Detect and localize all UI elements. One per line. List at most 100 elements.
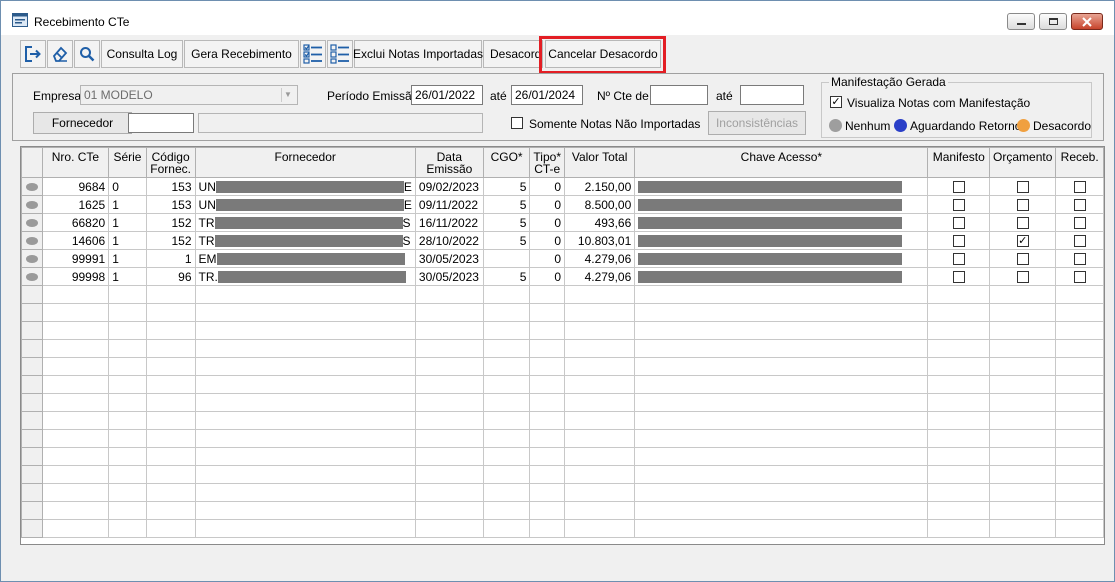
inconsistencias-button[interactable]: Inconsistências bbox=[708, 111, 806, 135]
periodo-de-input[interactable]: 26/01/2022 bbox=[411, 85, 483, 105]
empty-cell bbox=[414, 357, 484, 376]
table-row[interactable]: 99991 1 1 EM 30/05/2023 0 4.279,06 bbox=[21, 249, 1104, 268]
empty-cell bbox=[989, 303, 1057, 322]
manifesto-checkbox[interactable] bbox=[952, 199, 965, 212]
cell-receb[interactable] bbox=[1055, 177, 1104, 196]
cell-orcamento[interactable] bbox=[989, 213, 1057, 232]
column-header[interactable]: Receb. bbox=[1055, 147, 1104, 178]
cell-manifesto[interactable] bbox=[927, 267, 991, 286]
receb-checkbox[interactable] bbox=[1073, 199, 1086, 212]
nro-cte-de-input[interactable] bbox=[650, 85, 708, 105]
empty-cell bbox=[482, 339, 531, 358]
exit-button[interactable] bbox=[20, 40, 46, 68]
table-row[interactable]: 66820 1 152 TR S 16/11/2022 5 0 493,66 bbox=[21, 213, 1104, 232]
table-row[interactable]: 9684 0 153 UN E 09/02/2023 5 0 2.150,00 bbox=[21, 177, 1104, 196]
column-header[interactable]: Data Emissão bbox=[414, 147, 484, 178]
nro-cte-ate-input[interactable] bbox=[740, 85, 804, 105]
periodo-ate-input[interactable]: 26/01/2024 bbox=[511, 85, 583, 105]
cell-orcamento[interactable] bbox=[989, 267, 1057, 286]
column-header[interactable]: Valor Total bbox=[563, 147, 636, 178]
empty-cell bbox=[927, 447, 991, 466]
clear-button[interactable] bbox=[47, 40, 73, 68]
column-header[interactable]: Orçamento bbox=[989, 147, 1057, 178]
column-header[interactable]: Nro. CTe bbox=[41, 147, 110, 178]
column-header[interactable]: Chave Acesso* bbox=[634, 147, 929, 178]
cell-orcamento[interactable] bbox=[989, 249, 1057, 268]
fornecedor-code-input[interactable] bbox=[128, 113, 194, 133]
empty-row bbox=[21, 411, 1104, 430]
empty-cell bbox=[482, 447, 531, 466]
table-row[interactable]: 1625 1 153 UN E 09/11/2022 5 0 8.500,00 bbox=[21, 195, 1104, 214]
cell-nro-cte: 1625 bbox=[41, 195, 110, 214]
manifesto-checkbox[interactable] bbox=[952, 217, 965, 230]
column-header[interactable]: Manifesto bbox=[927, 147, 991, 178]
desacordo-button[interactable]: Desacordo bbox=[483, 40, 543, 68]
search-icon bbox=[80, 47, 95, 62]
cell-nro-cte: 9684 bbox=[41, 177, 110, 196]
maximize-button[interactable] bbox=[1039, 13, 1067, 30]
empty-cell bbox=[927, 357, 991, 376]
consulta-log-button[interactable]: Consulta Log bbox=[101, 40, 183, 68]
cell-receb[interactable] bbox=[1055, 231, 1104, 250]
manifesto-checkbox[interactable] bbox=[952, 235, 965, 248]
fornecedor-button[interactable]: Fornecedor bbox=[33, 112, 132, 134]
receb-checkbox[interactable] bbox=[1073, 253, 1086, 266]
cell-orcamento[interactable] bbox=[989, 177, 1057, 196]
cell-receb[interactable] bbox=[1055, 195, 1104, 214]
column-header[interactable]: Tipo* CT-e bbox=[529, 147, 565, 178]
receb-checkbox[interactable] bbox=[1073, 235, 1086, 248]
cell-manifesto[interactable] bbox=[927, 249, 991, 268]
cell-manifesto[interactable] bbox=[927, 177, 991, 196]
cell-manifesto[interactable] bbox=[927, 195, 991, 214]
orcamento-checkbox[interactable] bbox=[1016, 253, 1029, 266]
manifesto-checkbox[interactable] bbox=[952, 253, 965, 266]
empty-cell bbox=[41, 411, 110, 430]
cell-orcamento[interactable] bbox=[989, 195, 1057, 214]
manifesto-checkbox[interactable] bbox=[952, 271, 965, 284]
column-header[interactable]: CGO* bbox=[482, 147, 531, 178]
orcamento-checkbox[interactable] bbox=[1016, 181, 1029, 194]
legend-dot-desacordo bbox=[1017, 119, 1030, 132]
gera-recebimento-button[interactable]: Gera Recebimento bbox=[184, 40, 299, 68]
empty-cell bbox=[145, 285, 196, 304]
receb-checkbox[interactable] bbox=[1073, 181, 1086, 194]
cell-manifesto[interactable] bbox=[927, 213, 991, 232]
manifesto-checkbox[interactable] bbox=[952, 181, 965, 194]
cell-manifesto[interactable] bbox=[927, 231, 991, 250]
table-row[interactable]: 99998 1 96 TR. 30/05/2023 5 0 4.279,06 bbox=[21, 267, 1104, 286]
exclui-notas-button[interactable]: Exclui Notas Importadas bbox=[353, 40, 483, 68]
search-button[interactable] bbox=[74, 40, 100, 68]
receb-checkbox[interactable] bbox=[1073, 217, 1086, 230]
close-button[interactable] bbox=[1071, 13, 1103, 30]
empty-cell bbox=[21, 285, 43, 304]
cell-receb[interactable] bbox=[1055, 267, 1104, 286]
empty-cell bbox=[634, 447, 929, 466]
minimize-button[interactable] bbox=[1007, 13, 1035, 30]
visualiza-checkbox[interactable]: ✓ bbox=[830, 96, 842, 108]
orcamento-checkbox[interactable] bbox=[1016, 271, 1029, 284]
highlight-box bbox=[539, 36, 666, 74]
empresa-select[interactable]: 01 MODELO ▼ bbox=[80, 85, 298, 105]
receb-checkbox[interactable] bbox=[1073, 271, 1086, 284]
somente-checkbox[interactable] bbox=[511, 117, 523, 129]
empty-cell bbox=[41, 285, 110, 304]
table-row[interactable]: 14606 1 152 TR S 28/10/2022 5 0 10.803,01 ✓ bbox=[21, 231, 1104, 250]
cell-receb[interactable] bbox=[1055, 213, 1104, 232]
empty-cell bbox=[414, 519, 484, 538]
column-header[interactable]: Série bbox=[108, 147, 147, 178]
column-header[interactable]: Código Fornec. bbox=[145, 147, 196, 178]
deselect-all-button[interactable] bbox=[327, 40, 353, 68]
orcamento-checkbox[interactable] bbox=[1016, 217, 1029, 230]
cell-orcamento[interactable]: ✓ bbox=[989, 231, 1057, 250]
empty-cell bbox=[529, 339, 565, 358]
orcamento-checkbox[interactable]: ✓ bbox=[1016, 235, 1029, 248]
orcamento-checkbox[interactable] bbox=[1016, 199, 1029, 212]
cell-valor: 10.803,01 bbox=[563, 231, 636, 250]
cell-cgo: 5 bbox=[482, 195, 531, 214]
empty-cell bbox=[529, 447, 565, 466]
select-all-button[interactable] bbox=[300, 40, 326, 68]
empty-cell bbox=[989, 501, 1057, 520]
column-header[interactable]: Fornecedor bbox=[194, 147, 416, 178]
empty-cell bbox=[634, 285, 929, 304]
cell-receb[interactable] bbox=[1055, 249, 1104, 268]
